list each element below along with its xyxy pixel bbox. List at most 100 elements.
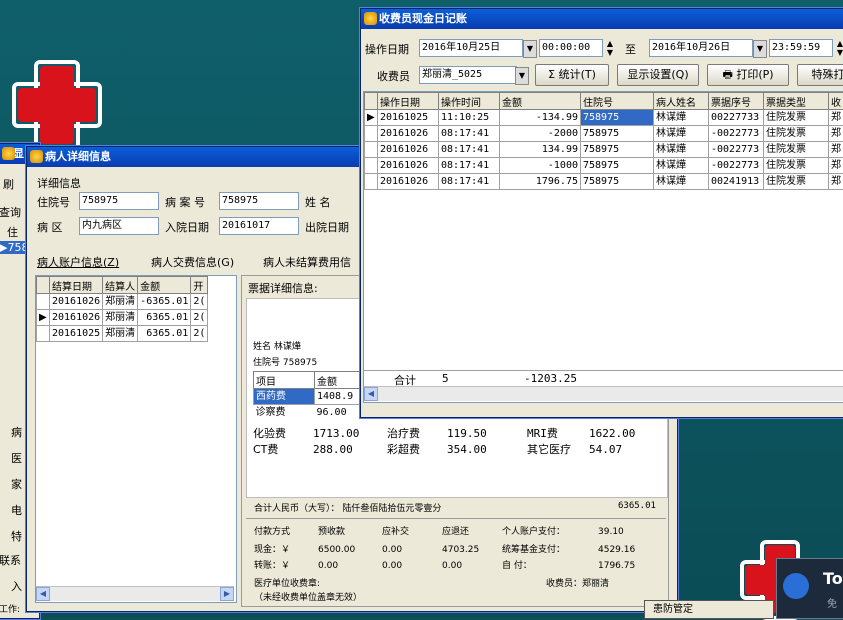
settlement-table-panel: 结算日期 结算人 金额 开 20161026 郑丽清 -6365.01 2( ▶… <box>35 275 237 603</box>
col-cashier[interactable]: 收 <box>829 93 843 110</box>
teamviewer-panel[interactable]: To 免 <box>776 558 843 619</box>
chevron-down-icon[interactable]: ▼ <box>753 40 767 58</box>
col-header: 住 <box>7 224 18 240</box>
start-time-field[interactable]: 00:00:00 <box>539 39 603 57</box>
col-amount[interactable]: 金额 <box>500 93 581 110</box>
tab-payment-info[interactable]: 病人交费信息(G) <box>151 254 234 270</box>
item-name: 其它医疗 <box>527 441 589 457</box>
print-label: 打印(P) <box>736 68 773 81</box>
item-amount: 1408.9 <box>315 389 360 405</box>
end-time-field[interactable]: 23:59:59 <box>769 39 833 57</box>
statistics-button[interactable]: Σ 统计(T) <box>535 64 609 86</box>
start-date-picker[interactable]: 2016年10月25日 <box>419 39 523 57</box>
ward-field[interactable]: 内九病区 <box>79 217 159 235</box>
cell-date: 20161026 <box>378 142 439 158</box>
teamviewer-sub: 免 <box>827 595 837 610</box>
print-button[interactable]: 🖶 打印(P) <box>707 64 789 86</box>
cell-extra: 2( <box>191 310 208 326</box>
horizontal-scrollbar[interactable]: ◀ ▶ <box>36 586 234 601</box>
display-settings-button[interactable]: 显示设置(Q) <box>617 64 699 86</box>
table-row[interactable]: 20161026 08:17:41 134.99 758975 林谋燁 -002… <box>365 142 843 158</box>
chevron-down-icon[interactable]: ▼ <box>523 40 537 58</box>
time-spinner-icon[interactable]: ▲▼ <box>603 39 617 57</box>
tab-account-info[interactable]: 病人账户信息(Z) <box>37 254 119 270</box>
special-print-button[interactable]: 特殊打 <box>797 64 843 86</box>
pay-row-2: 转账：￥0.000.000.00自 付：1796.75 <box>254 558 635 571</box>
col-op-date[interactable]: 操作日期 <box>378 93 439 110</box>
list-item[interactable]: 西药费 1408.9 <box>254 389 360 405</box>
cell-receipt: -0022773 <box>709 158 764 174</box>
row-indicator-header <box>37 277 50 294</box>
to-label: 至 <box>625 41 636 57</box>
pay-cell: 预收款 <box>318 524 382 537</box>
table-row[interactable]: 20161025 郑丽清 6365.01 2( <box>37 326 208 342</box>
cashier-select[interactable]: 郑丽清_5025 <box>419 66 517 84</box>
cell-extra: 2( <box>191 326 208 342</box>
scroll-left-icon[interactable]: ◀ <box>364 387 378 401</box>
row-indicator <box>365 142 378 158</box>
table-row[interactable]: 20161026 08:17:41 -2000 758975 林谋燁 -0022… <box>365 126 843 142</box>
side-label-5: 特 <box>11 528 22 544</box>
row-indicator <box>37 326 50 342</box>
cell-amount: 134.99 <box>500 142 581 158</box>
side-label-6: 联系 <box>0 552 21 568</box>
ledger-table-panel: 操作日期 操作时间 金额 住院号 病人姓名 票据序号 票据类型 收 ▶ 2016… <box>363 91 843 403</box>
item-name: 化验费 <box>253 425 313 441</box>
horizontal-scrollbar[interactable]: ◀ <box>364 386 843 401</box>
col-op-time[interactable]: 操作时间 <box>439 93 500 110</box>
row-indicator <box>365 126 378 142</box>
refresh-item[interactable]: 刷 <box>3 176 14 192</box>
admission-no-field[interactable]: 758975 <box>79 192 159 210</box>
list-item[interactable]: 诊察费 96.00 <box>254 405 360 421</box>
row-indicator <box>365 174 378 190</box>
admit-date-field[interactable]: 20161017 <box>219 217 299 235</box>
receipt-header: 票据详细信息: <box>248 280 318 296</box>
col-adm-no[interactable]: 住院号 <box>581 93 654 110</box>
cashier-label: 收费员：郑丽清 <box>546 576 609 589</box>
admission-no-label: 住院号 <box>37 194 70 210</box>
chevron-down-icon[interactable]: ▼ <box>515 67 529 85</box>
receipt-line-4: CT费288.00彩超费354.00其它医疗54.07 <box>253 441 653 457</box>
pay-cell: 0.00 <box>382 545 442 555</box>
tab-unsettled-fees[interactable]: 病人未结算费用信 <box>263 254 351 270</box>
item-amount: 119.50 <box>447 427 527 440</box>
table-row[interactable]: 20161026 08:17:41 -1000 758975 林谋燁 -0022… <box>365 158 843 174</box>
scroll-right-icon[interactable]: ▶ <box>220 587 234 601</box>
cell-adm: 758975 <box>581 142 654 158</box>
pay-cell: 应补交 <box>382 524 442 537</box>
cell-person: 郑丽清 <box>103 326 138 342</box>
item-amount: 96.00 <box>315 405 360 421</box>
cell-type: 住院发票 <box>764 110 829 126</box>
pay-cell: 统筹基金支付： <box>502 542 598 555</box>
col-receipt-no[interactable]: 票据序号 <box>709 93 764 110</box>
cell-date: 20161026 <box>50 294 103 310</box>
col-amount[interactable]: 金额 <box>138 277 191 294</box>
cell-date: 20161026 <box>378 126 439 142</box>
end-date-picker[interactable]: 2016年10月26日 <box>649 39 753 57</box>
table-row[interactable]: 20161026 郑丽清 -6365.01 2( <box>37 294 208 310</box>
cell-type: 住院发票 <box>764 174 829 190</box>
case-no-field[interactable]: 758975 <box>219 192 299 210</box>
settlement-table: 结算日期 结算人 金额 开 20161026 郑丽清 -6365.01 2( ▶… <box>36 276 208 342</box>
cell-time: 08:17:41 <box>439 174 500 190</box>
col-receipt-type[interactable]: 票据类型 <box>764 93 829 110</box>
cell-adm: 758975 <box>581 158 654 174</box>
pay-cell: 付款方式 <box>254 524 318 537</box>
col-extra[interactable]: 开 <box>191 277 208 294</box>
item-name: 诊察费 <box>254 405 315 421</box>
pay-cell: 个人账户支付： <box>502 524 598 537</box>
table-row[interactable]: 20161026 08:17:41 1796.75 758975 林谋燁 002… <box>365 174 843 190</box>
col-settle-person[interactable]: 结算人 <box>103 277 138 294</box>
table-row[interactable]: ▶ 20161026 郑丽清 6365.01 2( <box>37 310 208 326</box>
row-indicator <box>37 294 50 310</box>
notification-popup[interactable]: 患防管定 <box>644 600 774 619</box>
time-spinner-icon[interactable]: ▲▼ <box>833 39 843 57</box>
col-patient-name[interactable]: 病人姓名 <box>654 93 709 110</box>
scroll-left-icon[interactable]: ◀ <box>36 587 50 601</box>
table-row[interactable]: ▶ 20161025 11:10:25 -134.99 758975 林谋燁 0… <box>365 110 843 126</box>
cell-name: 林谋燁 <box>654 126 709 142</box>
col-settle-date[interactable]: 结算日期 <box>50 277 103 294</box>
side-label-1: 病 <box>11 424 22 440</box>
op-date-label: 操作日期 <box>365 41 409 57</box>
cell-type: 住院发票 <box>764 126 829 142</box>
